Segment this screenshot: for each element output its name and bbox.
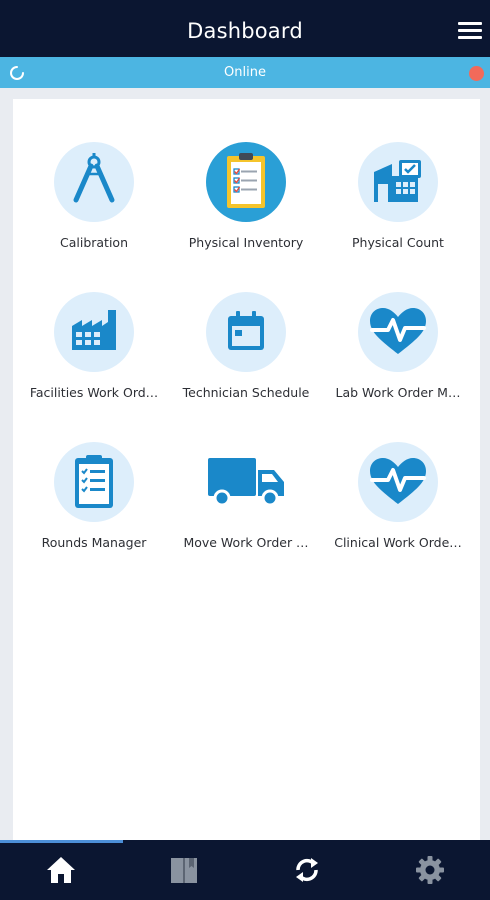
factory-icon bbox=[72, 310, 116, 350]
book-icon bbox=[171, 858, 197, 883]
tile-rounds-manager[interactable]: Rounds Manager bbox=[19, 442, 169, 550]
tab-library[interactable] bbox=[123, 840, 245, 900]
tab-settings[interactable] bbox=[369, 840, 490, 900]
clipboard-checklist-icon bbox=[227, 153, 265, 208]
tile-label: Physical Inventory bbox=[188, 235, 304, 250]
tile-technician-schedule[interactable]: Technician Schedule bbox=[171, 292, 321, 400]
tile-icon-circle bbox=[358, 442, 438, 522]
tile-icon-circle bbox=[206, 142, 286, 222]
hamburger-menu-icon[interactable] bbox=[458, 22, 482, 40]
connection-status-bar: Online bbox=[0, 57, 490, 88]
tile-label: Technician Schedule bbox=[182, 385, 310, 400]
tile-label: Clinical Work Orde… bbox=[334, 535, 462, 550]
heart-pulse-icon bbox=[370, 458, 426, 504]
tile-icon-circle bbox=[54, 292, 134, 372]
page-title: Dashboard bbox=[187, 19, 303, 43]
tile-icon-circle bbox=[358, 292, 438, 372]
tile-lab-work-order[interactable]: Lab Work Order M… bbox=[323, 292, 473, 400]
home-icon bbox=[47, 857, 75, 883]
warehouse-icon bbox=[374, 160, 421, 202]
tile-physical-count[interactable]: Physical Count bbox=[323, 142, 473, 250]
dashboard-card: Calibration Physical Inventory Physical … bbox=[13, 99, 480, 840]
tile-label: Lab Work Order M… bbox=[335, 385, 461, 400]
tile-label: Physical Count bbox=[352, 235, 444, 250]
tile-label: Move Work Order … bbox=[183, 535, 309, 550]
bottom-tab-bar bbox=[0, 840, 490, 900]
tile-icon-circle bbox=[358, 142, 438, 222]
tab-sync[interactable] bbox=[246, 840, 368, 900]
calendar-icon bbox=[228, 311, 264, 350]
tile-label: Calibration bbox=[59, 235, 128, 250]
tile-physical-inventory[interactable]: Physical Inventory bbox=[171, 142, 321, 250]
app-header: Dashboard bbox=[0, 0, 490, 57]
status-dot-icon bbox=[469, 66, 484, 81]
tile-icon-circle bbox=[206, 292, 286, 372]
tab-home[interactable] bbox=[0, 840, 122, 900]
tile-icon-circle bbox=[54, 142, 134, 222]
tile-calibration[interactable]: Calibration bbox=[19, 142, 169, 250]
connection-status-text: Online bbox=[224, 65, 266, 80]
tile-facilities-work-order[interactable]: Facilities Work Ord… bbox=[19, 292, 169, 400]
sync-icon bbox=[296, 858, 318, 882]
checklist-icon bbox=[75, 455, 113, 508]
compass-icon bbox=[73, 153, 115, 203]
tile-icon-circle bbox=[54, 442, 134, 522]
truck-icon bbox=[208, 458, 284, 507]
tile-icon-circle bbox=[206, 442, 286, 522]
tile-label: Facilities Work Ord… bbox=[29, 385, 159, 400]
heart-pulse-icon bbox=[370, 308, 426, 354]
settings-gear-icon bbox=[416, 856, 444, 884]
tile-label: Rounds Manager bbox=[41, 535, 147, 550]
tile-move-work-order[interactable]: Move Work Order … bbox=[171, 442, 321, 550]
tile-clinical-work-order[interactable]: Clinical Work Orde… bbox=[323, 442, 473, 550]
